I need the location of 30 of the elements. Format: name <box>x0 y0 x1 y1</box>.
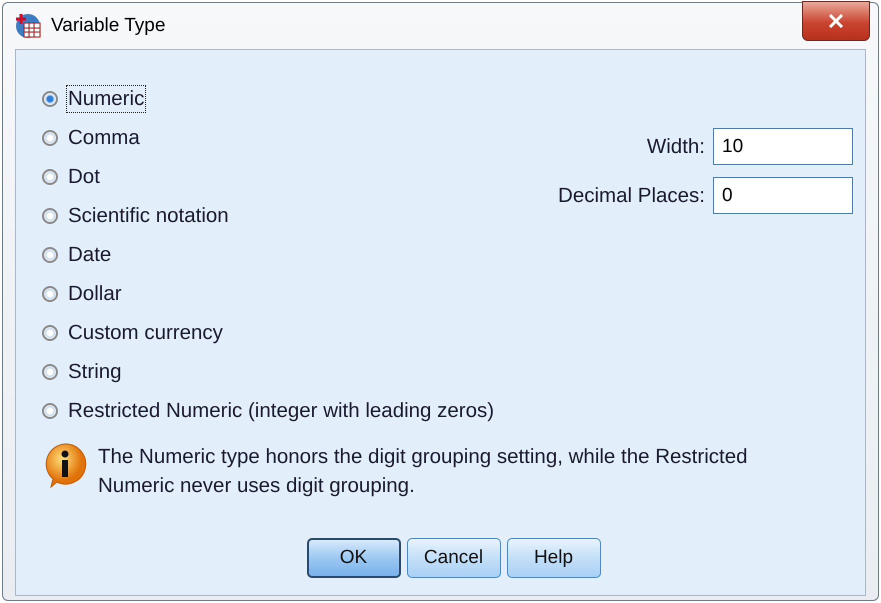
radio-button[interactable] <box>42 247 58 263</box>
radio-label[interactable]: Date <box>66 241 114 269</box>
radio-label[interactable]: Scientific notation <box>66 202 231 230</box>
radio-label[interactable]: Dollar <box>66 280 124 308</box>
radio-button[interactable] <box>42 208 58 224</box>
field-label: Decimal Places: <box>558 184 705 208</box>
radio-button[interactable] <box>42 403 58 419</box>
radio-button[interactable] <box>42 325 58 341</box>
dialog-button[interactable]: Help <box>506 538 600 578</box>
info-message: The Numeric type honors the digit grouping setting, while the Restricted Numeric never uses digit grouping. <box>98 444 749 499</box>
window-title: Variable Type <box>51 15 166 37</box>
radio-label[interactable]: String <box>66 358 124 386</box>
close-button[interactable] <box>802 1 870 41</box>
field-label: Width: <box>646 134 705 158</box>
table-icon <box>15 12 43 40</box>
dialog-button[interactable]: Cancel <box>406 538 500 578</box>
radio-button[interactable] <box>42 130 58 146</box>
radio-button[interactable] <box>42 286 58 302</box>
radio-button[interactable] <box>42 91 58 107</box>
input-field[interactable]: 0 <box>713 177 853 214</box>
radio-label[interactable]: Restricted Numeric (integer with leading zeros) <box>66 397 496 425</box>
radio-label[interactable]: Numeric <box>66 85 146 113</box>
radio-label[interactable]: Custom currency <box>66 319 225 347</box>
input-field[interactable]: 10 <box>713 128 853 165</box>
close-icon <box>828 14 844 28</box>
radio-button[interactable] <box>42 364 58 380</box>
radio-button[interactable] <box>42 169 58 185</box>
radio-label[interactable]: Dot <box>66 163 102 191</box>
radio-label[interactable]: Comma <box>66 124 142 152</box>
dialog-button[interactable]: OK <box>306 538 400 578</box>
